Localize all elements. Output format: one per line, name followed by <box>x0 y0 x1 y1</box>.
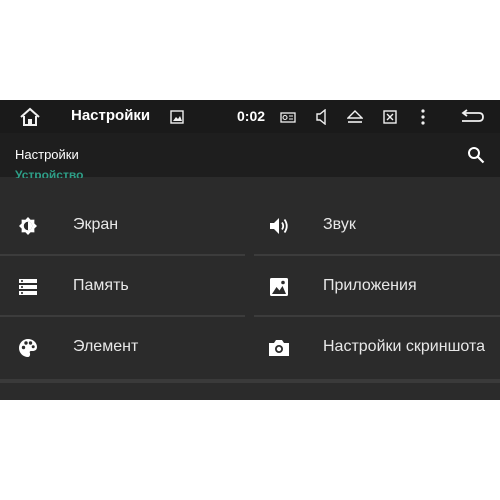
search-icon[interactable] <box>464 143 488 167</box>
tile-apps[interactable]: Приложения <box>253 256 500 316</box>
apps-icon <box>267 275 291 299</box>
tile-storage[interactable]: Память <box>0 256 247 316</box>
tile-label: Звук <box>323 216 356 233</box>
tile-label: Элемент <box>73 338 139 355</box>
home-icon[interactable] <box>19 106 41 128</box>
radio-icon[interactable] <box>277 106 299 128</box>
image-icon[interactable] <box>166 106 188 128</box>
android-screen: Настройки 0:02 Настройки Устройство Экра… <box>0 100 500 400</box>
volume-icon[interactable] <box>311 106 333 128</box>
tile-sound[interactable]: Звук <box>253 195 500 255</box>
back-icon[interactable] <box>458 106 486 128</box>
tile-screenshot-settings[interactable]: Настройки скриншота <box>253 317 500 377</box>
tile-label: Настройки скриншота <box>323 338 485 355</box>
tile-label: Память <box>73 277 129 294</box>
section-header: Устройство <box>15 162 215 178</box>
speaker-icon <box>267 214 291 238</box>
storage-icon <box>16 275 40 299</box>
close-box-icon[interactable] <box>379 106 401 128</box>
camera-icon <box>267 336 291 360</box>
tile-element[interactable]: Элемент <box>0 317 247 377</box>
tile-label: Приложения <box>323 277 417 294</box>
page-title: Настройки <box>15 147 79 162</box>
clock: 0:02 <box>237 108 266 124</box>
tile-display[interactable]: Экран <box>0 195 247 255</box>
tile-label: Экран <box>73 216 119 233</box>
list-bottom-divider <box>0 379 500 383</box>
brightness-icon <box>16 214 40 238</box>
palette-icon <box>16 336 40 360</box>
system-title: Настройки <box>71 107 151 124</box>
more-vert-icon[interactable] <box>412 106 434 128</box>
section-header-label: Устройство <box>15 168 84 178</box>
system-bar: Настройки 0:02 <box>0 100 500 133</box>
eject-icon[interactable] <box>344 106 366 128</box>
